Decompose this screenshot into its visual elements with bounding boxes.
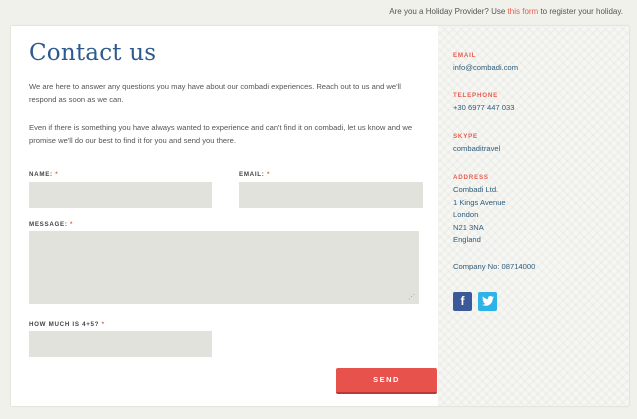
provider-form-link[interactable]: this form bbox=[508, 7, 539, 16]
provider-notice: Are you a Holiday Provider? Use this for… bbox=[389, 7, 623, 16]
captcha-input[interactable] bbox=[29, 331, 212, 357]
send-button[interactable]: SEND bbox=[336, 368, 437, 394]
address-line: N21 3NA bbox=[453, 222, 484, 232]
telephone-value: +30 6977 447 033 bbox=[453, 103, 515, 112]
required-mark: * bbox=[266, 171, 271, 178]
contact-card: Contact us We are here to answer any que… bbox=[11, 26, 629, 406]
skype-heading: SKYPE bbox=[453, 133, 478, 140]
required-mark: * bbox=[70, 221, 74, 228]
twitter-icon[interactable] bbox=[478, 292, 497, 311]
captcha-label: HOW MUCH IS 4+5? * bbox=[29, 321, 105, 328]
telephone-heading: TELEPHONE bbox=[453, 92, 499, 99]
email-link[interactable]: info@combadi.com bbox=[453, 63, 518, 72]
contact-form-section: Contact us We are here to answer any que… bbox=[29, 40, 437, 394]
email-heading: EMAIL bbox=[453, 52, 477, 59]
required-mark: * bbox=[55, 171, 59, 178]
provider-notice-prefix: Are you a Holiday Provider? Use bbox=[389, 7, 508, 16]
email-label-text: EMAIL: bbox=[239, 171, 265, 178]
email-input[interactable] bbox=[239, 182, 423, 208]
resize-grip-icon[interactable]: ⋰ bbox=[408, 294, 415, 301]
company-number: Company No: 08714000 bbox=[453, 262, 536, 271]
skype-value: combaditravel bbox=[453, 144, 501, 153]
address-block: Combadi Ltd. 1 Kings Avenue London N21 3… bbox=[453, 184, 506, 247]
required-mark: * bbox=[101, 321, 105, 328]
provider-notice-suffix: to register your holiday. bbox=[538, 7, 623, 16]
email-label: EMAIL: * bbox=[239, 171, 270, 178]
message-label: MESSAGE: * bbox=[29, 221, 73, 228]
captcha-label-text: HOW MUCH IS 4+5? bbox=[29, 321, 100, 328]
name-label: NAME: * bbox=[29, 171, 58, 178]
facebook-icon[interactable]: f bbox=[453, 292, 472, 311]
page-title: Contact us bbox=[29, 40, 157, 66]
twitter-bird-icon bbox=[481, 296, 494, 306]
contact-info-sidebar: EMAIL info@combadi.com TELEPHONE +30 697… bbox=[438, 26, 629, 406]
address-line: 1 Kings Avenue bbox=[453, 197, 506, 207]
address-line: Combadi Ltd. bbox=[453, 185, 499, 194]
address-line: England bbox=[453, 235, 481, 244]
message-label-text: MESSAGE: bbox=[29, 221, 68, 228]
name-label-text: NAME: bbox=[29, 171, 53, 178]
intro-paragraph-2: Even if there is something you have alwa… bbox=[29, 123, 413, 145]
message-textarea[interactable]: ⋰ bbox=[29, 231, 419, 304]
address-line: London bbox=[453, 210, 479, 219]
address-heading: ADDRESS bbox=[453, 174, 489, 181]
name-input[interactable] bbox=[29, 182, 212, 208]
intro-paragraph-1: We are here to answer any questions you … bbox=[29, 82, 401, 104]
